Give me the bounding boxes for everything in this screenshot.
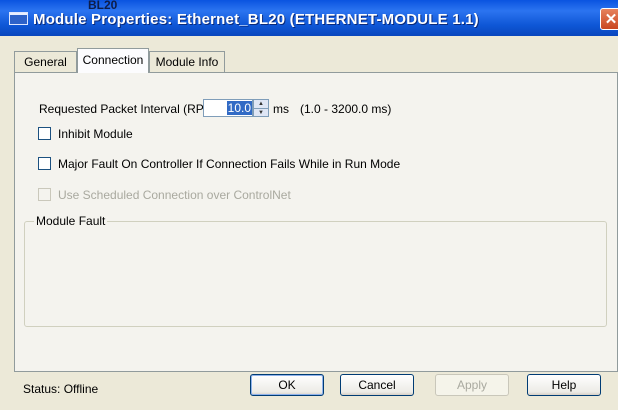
inhibit-module-checkbox[interactable] <box>38 127 51 140</box>
title-bar[interactable]: BL20 Module Properties: Ethernet_BL20 (E… <box>0 0 618 36</box>
status-value: Offline <box>63 382 99 396</box>
rpi-label: Requested Packet Interval (RPI): <box>39 102 215 116</box>
window-icon[interactable] <box>9 12 28 25</box>
help-button[interactable]: Help <box>527 374 601 396</box>
close-icon[interactable]: ✕ <box>600 8 618 30</box>
scheduled-connection-label: Use Scheduled Connection over ControlNet <box>58 188 291 202</box>
apply-button: Apply <box>435 374 509 396</box>
ok-button[interactable]: OK <box>250 374 324 396</box>
module-fault-group <box>24 221 607 327</box>
tab-general[interactable]: General <box>14 51 77 72</box>
scheduled-connection-checkbox <box>38 188 51 201</box>
cancel-button[interactable]: Cancel <box>340 374 414 396</box>
status-text: Status: Offline <box>23 382 98 396</box>
tab-connection[interactable]: Connection <box>77 48 149 73</box>
status-label: Status: <box>23 382 61 396</box>
spin-up-icon[interactable]: ▲ <box>254 100 268 108</box>
major-fault-checkbox[interactable] <box>38 157 51 170</box>
rpi-range: (1.0 - 3200.0 ms) <box>300 102 392 116</box>
major-fault-label[interactable]: Major Fault On Controller If Connection … <box>58 157 400 171</box>
rpi-spinner[interactable]: ▲ ▼ <box>253 99 269 117</box>
module-fault-legend: Module Fault <box>34 214 108 228</box>
inhibit-module-label[interactable]: Inhibit Module <box>58 127 133 141</box>
rpi-unit: ms <box>273 102 289 116</box>
window-title: Module Properties: Ethernet_BL20 (ETHERN… <box>33 11 479 28</box>
dialog-body: General Connection Module Info Requested… <box>0 36 618 410</box>
tab-module-info[interactable]: Module Info <box>149 51 225 72</box>
spin-down-icon[interactable]: ▼ <box>254 108 268 117</box>
rpi-input[interactable]: 10.0 <box>203 99 253 117</box>
rpi-value: 10.0 <box>226 101 252 115</box>
